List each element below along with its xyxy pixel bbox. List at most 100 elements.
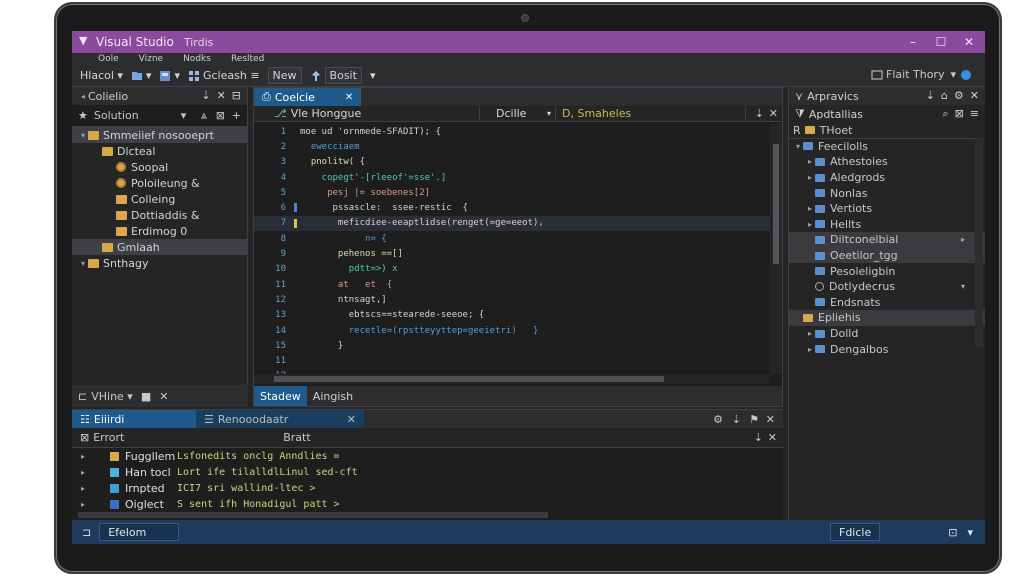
new-button[interactable]: New <box>267 67 302 84</box>
tree-item[interactable]: Erdimog 0 <box>72 223 247 239</box>
chevron-icon[interactable]: ▸ <box>78 452 88 461</box>
property-item[interactable]: Oeetilor_tgg <box>789 247 985 264</box>
tab-close-icon[interactable]: ✕ <box>347 413 356 426</box>
tree-item[interactable]: Poloileung & <box>72 175 247 191</box>
menu-item[interactable]: Reslted <box>231 53 264 65</box>
error-row[interactable]: ▸ Oiglect S sent ifh Honadigul patt > <box>72 496 783 512</box>
toolbar-dropdown[interactable]: Hlacol ▾ <box>80 69 123 82</box>
chevron-icon[interactable]: ▸ <box>805 345 815 354</box>
layout-chevron-icon[interactable]: ▾ <box>950 68 956 81</box>
vertical-scrollbar[interactable] <box>770 124 782 374</box>
dropdown-chevron-icon[interactable]: ▾ <box>181 109 187 122</box>
pin-icon[interactable]: ⇣ <box>732 413 741 426</box>
menu-item[interactable]: Nodks <box>183 53 211 65</box>
code-line[interactable]: 3 pnolitw( { <box>254 155 770 170</box>
tab-coelcie[interactable]: ⎙ Coelcie ✕ <box>254 88 362 106</box>
pin-icon[interactable]: ⇣ <box>926 89 935 102</box>
nav-dropdown-scope[interactable]: D, Smaheles <box>556 106 746 121</box>
expand-arrow-icon[interactable]: ▸ <box>961 235 965 244</box>
property-item[interactable]: ▸ Dengalbos <box>789 341 985 357</box>
chevron-icon[interactable]: ▾ <box>78 259 88 268</box>
chevron-icon[interactable]: ▸ <box>805 220 815 229</box>
property-item[interactable]: ▸ Vertiots <box>789 201 985 217</box>
feedback-icon[interactable] <box>960 69 972 81</box>
more-icon[interactable]: ⊟ <box>232 89 241 102</box>
tab-error-list[interactable]: ☷ Eiiirdi <box>72 410 196 428</box>
collapse-icon[interactable]: ◂ <box>78 92 88 101</box>
settings-icon[interactable]: ⚙ <box>954 89 964 102</box>
code-line[interactable]: 10 pdtt=>) x <box>254 262 770 277</box>
chevron-icon[interactable]: ▸ <box>805 204 815 213</box>
tree-item[interactable]: ▾ Smmeiief nosooeprt <box>72 127 247 143</box>
code-line[interactable]: 11 at et { <box>254 277 770 292</box>
column-header-build[interactable]: Bratt <box>283 431 310 444</box>
tree-item[interactable]: Dlcteal <box>72 143 247 159</box>
build-button[interactable]: ▾ <box>159 69 180 82</box>
nav-dropdown-member[interactable]: Dcille ▾ <box>480 106 556 121</box>
chevron-icon[interactable]: ▸ <box>78 468 88 477</box>
tab-close-icon[interactable]: ✕ <box>345 92 353 103</box>
solution-search[interactable]: ★ Solution ▾ ⩓ ⊠ + <box>72 105 247 127</box>
menu-item[interactable]: Oole <box>98 53 119 65</box>
add-icon[interactable]: + <box>232 109 241 122</box>
horizontal-scrollbar[interactable] <box>254 374 770 384</box>
property-item[interactable]: Pesoleligbin <box>789 263 985 279</box>
footer-tab-stadew[interactable]: Stadew <box>254 386 307 406</box>
start-button[interactable]: Bosit <box>310 67 362 84</box>
code-line[interactable]: 9 pehenos ==[] <box>254 246 770 261</box>
code-line[interactable]: 7 meficdiee-eeaptlidse(renget(=ge=eeot), <box>254 215 770 232</box>
close-icon[interactable]: ✕ <box>769 107 778 120</box>
chevron-icon[interactable]: ▾ <box>793 142 803 151</box>
pin-icon[interactable]: ⇣ <box>754 431 763 444</box>
code-line[interactable]: 2 ewecciaem <box>254 139 770 154</box>
flag-icon[interactable]: ⚑ <box>749 413 759 426</box>
error-row[interactable]: ▸ Han tocl Lort ife tilalldlLinul sed-cft <box>72 464 783 480</box>
error-row[interactable]: ▸ Fuggllem Lsfonedits onclg Anndlies = <box>72 448 783 464</box>
open-folder-button[interactable]: ▾ <box>131 69 151 82</box>
horizontal-scrollbar[interactable] <box>78 512 548 518</box>
code-line[interactable]: 4 copegt'-[rleeof'=sse'.] <box>254 170 770 185</box>
property-item[interactable]: Nonlas <box>789 185 985 201</box>
filter-icon[interactable]: ⩓ <box>201 109 207 123</box>
code-line[interactable]: 8 n= { <box>254 231 770 246</box>
chevron-icon[interactable]: ▾ <box>78 131 88 140</box>
status-left[interactable]: Efelom <box>99 523 180 541</box>
code-line[interactable]: 15 } <box>254 338 770 353</box>
code-line[interactable]: 11 <box>254 353 770 368</box>
output-toggle-icon[interactable]: ⊐ <box>82 526 91 539</box>
menu-item[interactable]: Vizne <box>139 53 163 65</box>
tree-item[interactable]: Soopal <box>72 159 247 175</box>
property-item[interactable]: Epliehis <box>789 310 985 326</box>
error-row[interactable]: ▸ Irnpted ICI7 sri wallind-ltec > <box>72 480 783 496</box>
pin-icon[interactable]: ⇣ <box>201 89 210 102</box>
close-icon[interactable]: ✕ <box>970 89 979 102</box>
close-button[interactable]: ✕ <box>955 33 983 51</box>
tree-item[interactable]: Gmlaah <box>72 239 247 255</box>
chevron-down-icon[interactable]: ▾ <box>967 526 973 539</box>
code-line[interactable]: 1 moe ud 'ornmede-SFADIT); { <box>254 124 770 139</box>
close-icon[interactable]: ✕ <box>766 413 775 426</box>
footer-tab-aingish[interactable]: Aingish <box>307 386 359 406</box>
code-line[interactable]: 5 pesj |= soebenes[2] <box>254 185 770 200</box>
tree-item[interactable]: Dottiaddis & <box>72 207 247 223</box>
close-icon[interactable]: ✕ <box>768 431 777 444</box>
code-line[interactable]: 12 ntnsagt,] <box>254 292 770 307</box>
tree-item[interactable]: ▾ Snthagy <box>72 255 247 271</box>
square-icon[interactable]: ■ <box>141 390 151 403</box>
property-item[interactable]: ▸ Hellts <box>789 217 985 233</box>
delete-icon[interactable]: ⊠ <box>216 109 225 122</box>
run-dropdown-chevron-icon[interactable]: ▾ <box>370 69 376 82</box>
tree-item[interactable]: Colleing <box>72 191 247 207</box>
property-item[interactable]: Diltconelbial ▸ <box>789 232 985 248</box>
delete-icon[interactable]: ⊠ <box>955 107 964 121</box>
settings-icon[interactable]: ⚙ <box>713 413 723 426</box>
split-icon[interactable]: ⇣ <box>755 107 764 120</box>
code-line[interactable]: 14 recetle=(rpstteyyttep=geeietri) } <box>254 323 770 338</box>
properties-root[interactable]: R THoet <box>789 123 985 139</box>
properties-scrollbar[interactable] <box>975 137 983 347</box>
close-icon[interactable]: ✕ <box>217 89 226 102</box>
notification-icon[interactable]: ⊡ <box>948 526 957 539</box>
code-area[interactable]: 1 moe ud 'ornmede-SFADIT); {2 ewecciaem 3 … <box>254 124 770 374</box>
property-item[interactable]: ▾ Feecilolls <box>789 139 985 155</box>
code-line[interactable]: 6 pssascle: ssee-restic { <box>254 200 770 215</box>
